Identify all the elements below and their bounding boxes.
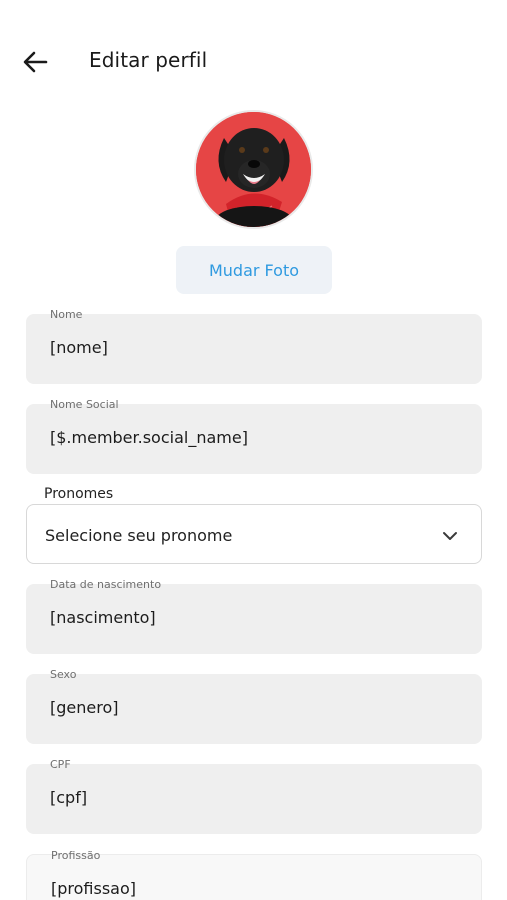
nome-value: [nome] (50, 338, 108, 357)
back-button[interactable] (20, 46, 52, 78)
pronomes-select[interactable]: Selecione seu pronome (26, 504, 482, 564)
profissao-field[interactable]: Profissão [profissao] (26, 849, 482, 900)
arrow-left-icon[interactable] (20, 46, 52, 78)
header: Editar perfil (0, 40, 507, 84)
page-title: Editar perfil (89, 48, 208, 72)
profissao-value: [profissao] (51, 879, 136, 898)
nascimento-field[interactable]: Data de nascimento [nascimento] (26, 578, 482, 654)
nascimento-label: Data de nascimento (50, 578, 162, 591)
profissao-label: Profissão (51, 849, 101, 862)
nome-social-field[interactable]: Nome Social [$.member.social_name] (26, 398, 482, 474)
cpf-field[interactable]: CPF [cpf] (26, 758, 482, 834)
sexo-label: Sexo (50, 668, 77, 681)
nome-field[interactable]: Nome [nome] (26, 308, 482, 384)
nascimento-value: [nascimento] (50, 608, 156, 627)
nome-social-label: Nome Social (50, 398, 119, 411)
chevron-down-icon (443, 532, 457, 540)
pronomes-label: Pronomes (44, 486, 114, 502)
change-photo-button[interactable]: Mudar Foto (176, 246, 332, 294)
sexo-field[interactable]: Sexo [genero] (26, 668, 482, 744)
pronomes-placeholder: Selecione seu pronome (45, 526, 233, 545)
sexo-value: [genero] (50, 698, 119, 717)
avatar (194, 110, 313, 229)
nome-label: Nome (50, 308, 83, 321)
nome-social-value: [$.member.social_name] (50, 428, 248, 447)
cpf-value: [cpf] (50, 788, 88, 807)
cpf-label: CPF (50, 758, 71, 771)
